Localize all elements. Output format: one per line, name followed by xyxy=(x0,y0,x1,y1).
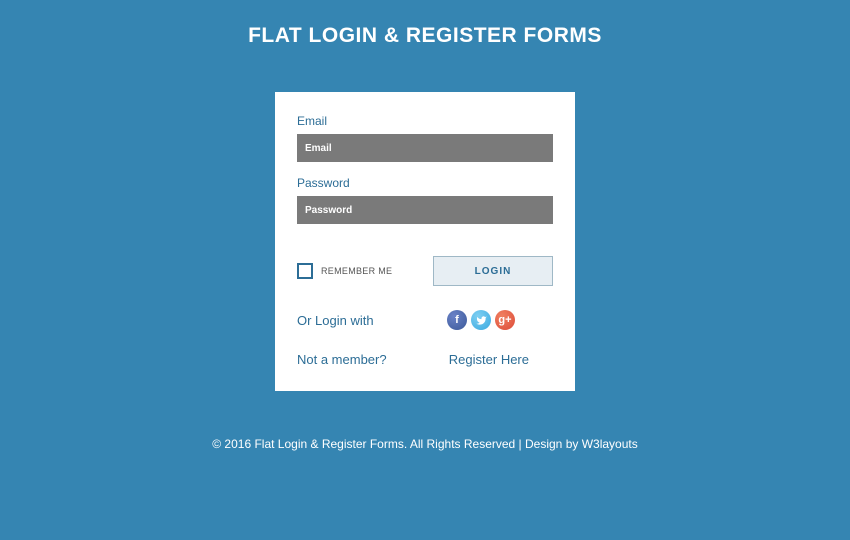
login-card: Email Password REMEMBER ME LOGIN Or Logi… xyxy=(275,92,575,391)
social-login-row: Or Login with f g+ xyxy=(297,310,553,330)
password-label: Password xyxy=(297,176,553,190)
page-title: FLAT LOGIN & REGISTER FORMS xyxy=(248,24,602,48)
remember-me[interactable]: REMEMBER ME xyxy=(297,263,392,279)
google-plus-icon[interactable]: g+ xyxy=(495,310,515,330)
remember-me-label: REMEMBER ME xyxy=(321,266,392,276)
password-field[interactable] xyxy=(297,196,553,224)
checkbox-icon[interactable] xyxy=(297,263,313,279)
twitter-icon[interactable] xyxy=(471,310,491,330)
login-button[interactable]: LOGIN xyxy=(433,256,553,286)
remember-login-row: REMEMBER ME LOGIN xyxy=(297,256,553,286)
social-icons: f g+ xyxy=(447,310,553,330)
not-a-member-label: Not a member? xyxy=(297,352,387,367)
twitter-bird-icon xyxy=(476,315,487,326)
register-here-link[interactable]: Register Here xyxy=(449,352,553,367)
email-label: Email xyxy=(297,114,553,128)
email-field[interactable] xyxy=(297,134,553,162)
facebook-icon[interactable]: f xyxy=(447,310,467,330)
register-row: Not a member? Register Here xyxy=(297,352,553,367)
footer-text: © 2016 Flat Login & Register Forms. All … xyxy=(212,437,581,451)
footer: © 2016 Flat Login & Register Forms. All … xyxy=(212,437,637,451)
footer-design-link[interactable]: W3layouts xyxy=(582,437,638,451)
or-login-with-label: Or Login with xyxy=(297,313,374,328)
